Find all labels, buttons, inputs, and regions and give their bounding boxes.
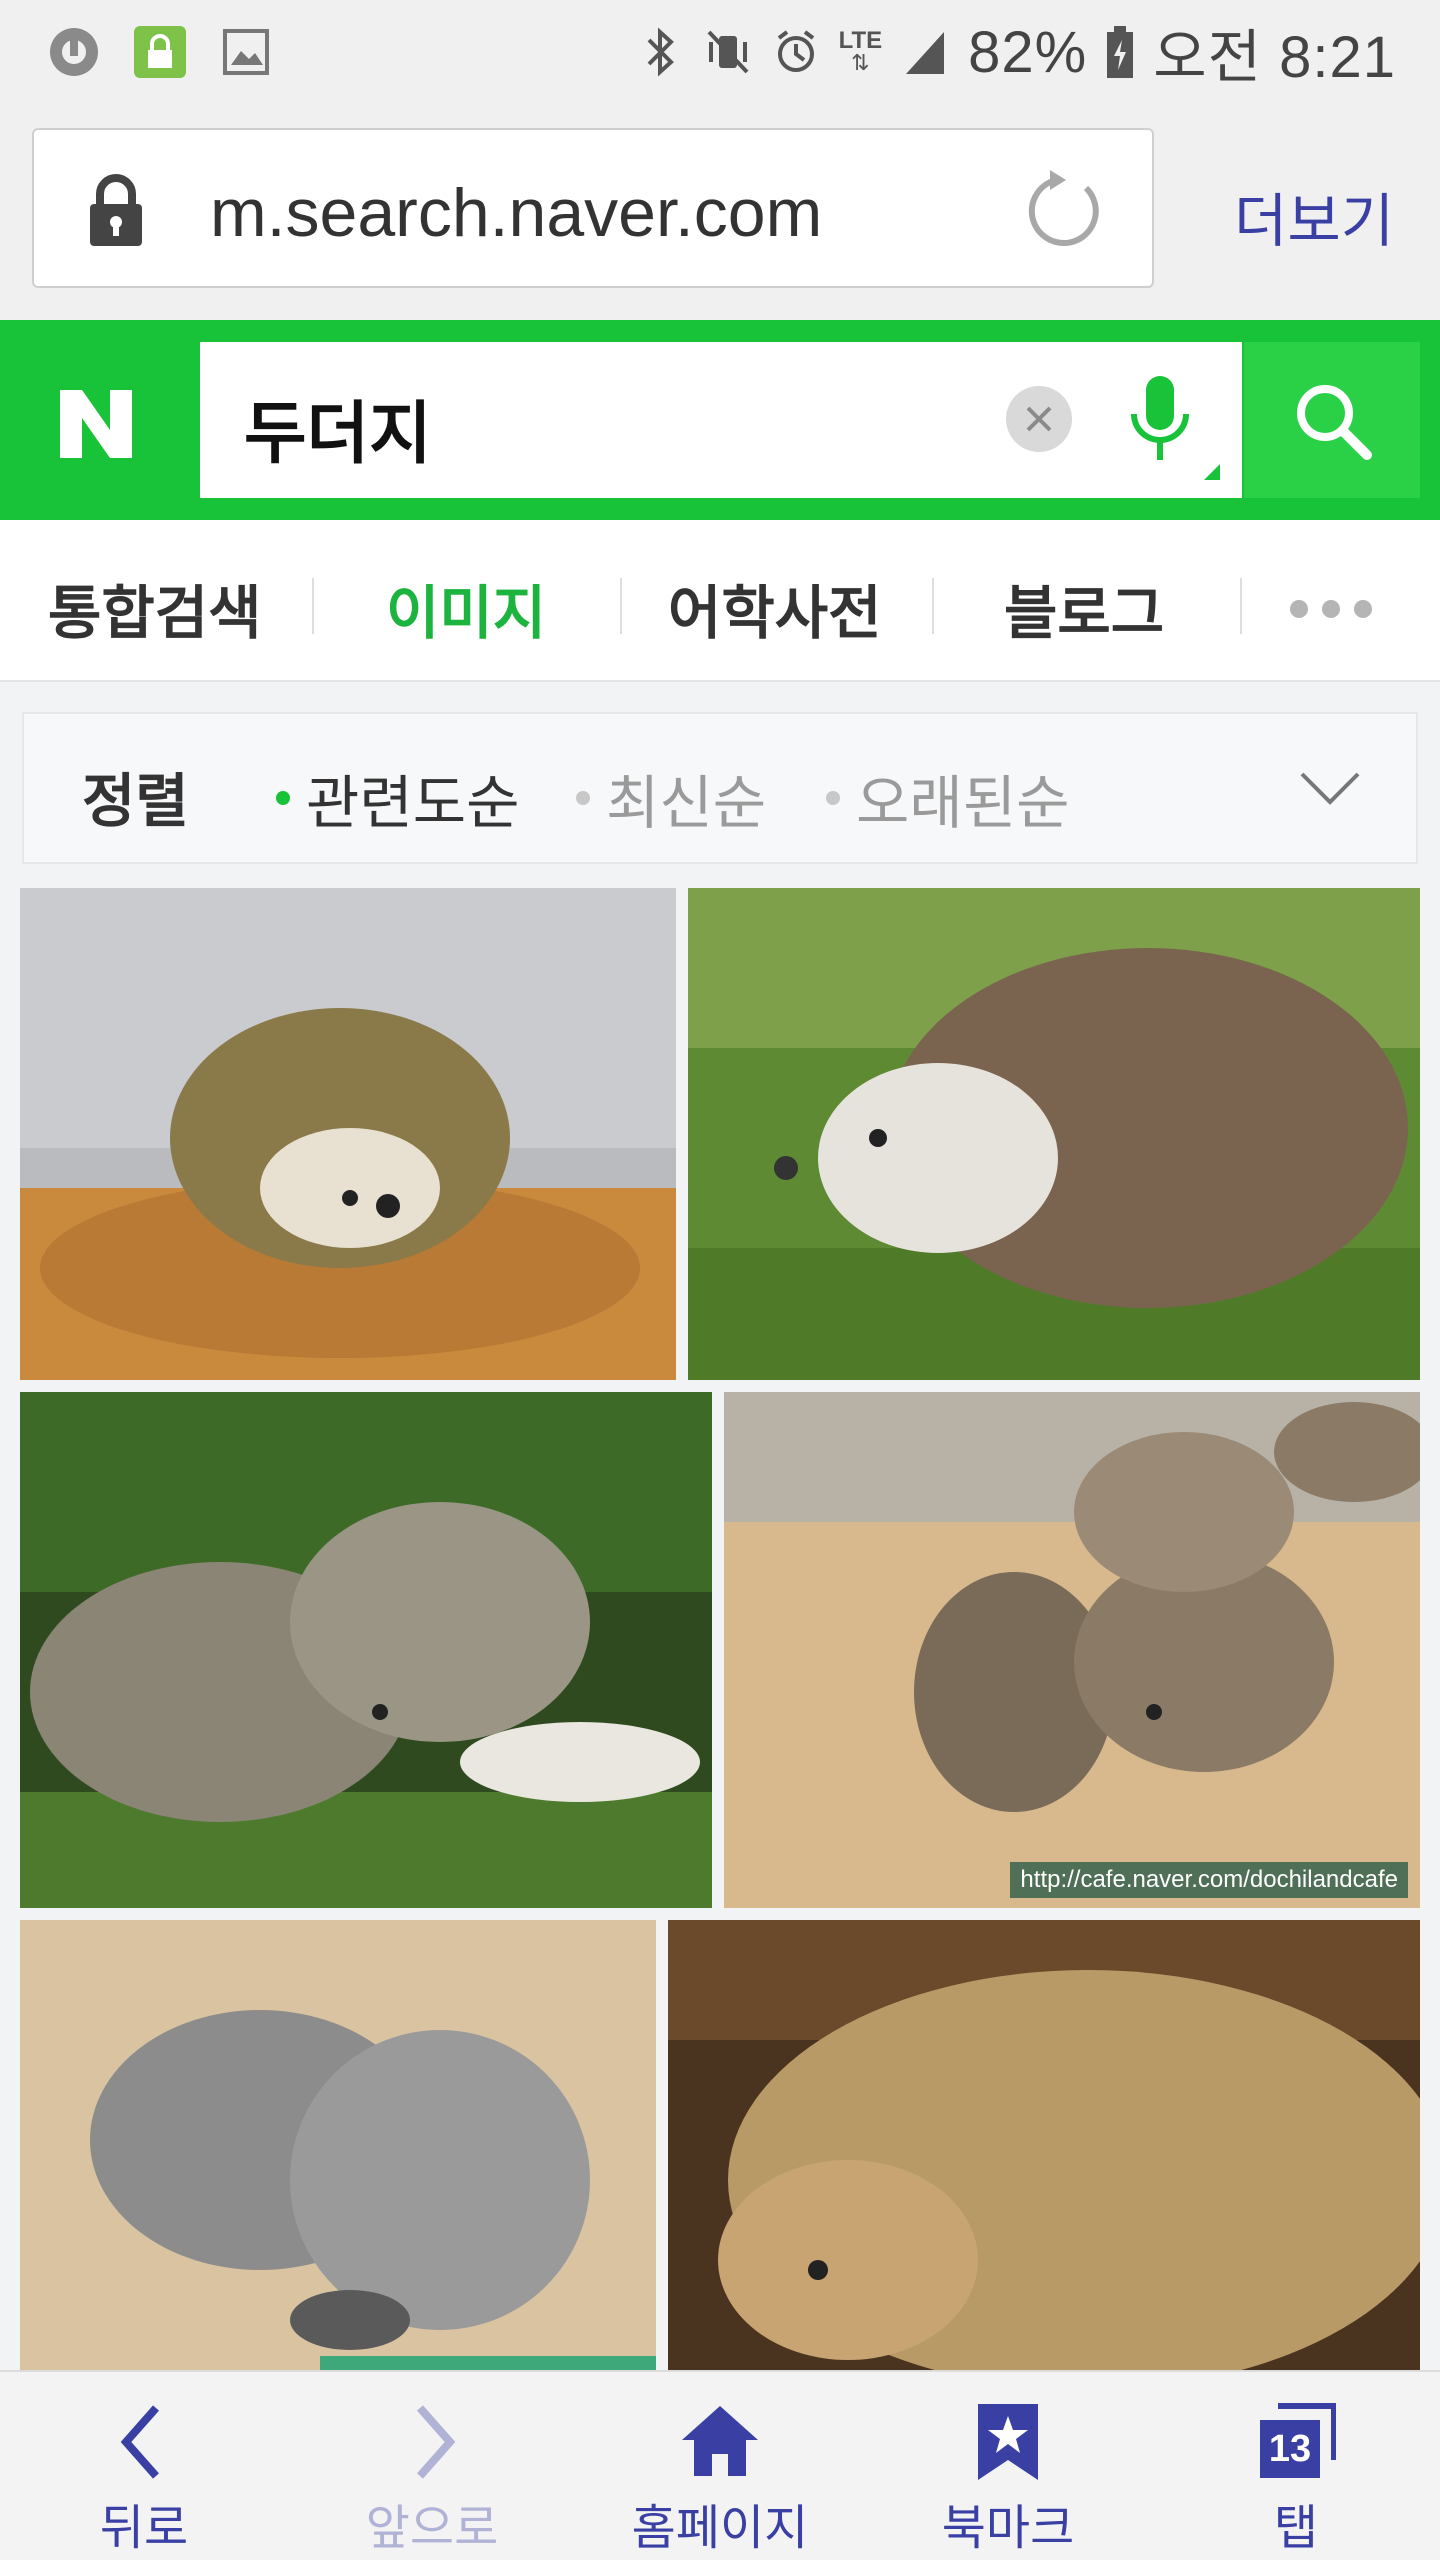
vibrate-mute-icon: [707, 30, 749, 74]
bottom-nav: 뒤로 앞으로 홈페이지 북마크 13 탭: [0, 2370, 1440, 2560]
lte-indicator: LTE ⇅: [838, 27, 883, 76]
bluetooth-icon: [647, 27, 674, 77]
forward-label: 앞으로: [365, 2500, 499, 2556]
tab-integrated-search[interactable]: 통합검색: [48, 566, 261, 650]
reload-icon[interactable]: [1020, 166, 1108, 254]
image-result[interactable]: [20, 1920, 656, 2370]
dot-icon: [826, 791, 840, 805]
alarm-icon: [777, 30, 814, 72]
browser-toolbar: m.search.naver.com 더보기: [0, 104, 1440, 320]
more-tabs-icon[interactable]: [1290, 600, 1372, 618]
bookmark-button[interactable]: 북마크: [864, 2372, 1152, 2560]
url-text: m.search.naver.com: [210, 175, 823, 251]
status-bar: LTE ⇅ 82% 오전 8:21: [0, 0, 1440, 104]
clock: 오전 8:21: [1153, 25, 1396, 90]
home-icon: [682, 2406, 758, 2476]
sort-option-label: 오래된순: [856, 769, 1070, 837]
back-label: 뒤로: [99, 2500, 189, 2556]
tab-dictionary[interactable]: 어학사전: [668, 566, 881, 650]
hedgehog-photo: [20, 888, 676, 1380]
hedgehog-photo: [688, 888, 1420, 1380]
clear-search-button[interactable]: [1006, 386, 1072, 452]
tab-count: 13: [1268, 2428, 1312, 2470]
sort-oldest[interactable]: 오래된순: [826, 756, 1069, 840]
hedgehog-photo: [20, 1920, 656, 2370]
selected-dot-icon: [276, 791, 290, 805]
image-result[interactable]: [20, 1392, 712, 1908]
home-button[interactable]: 홈페이지: [576, 2372, 864, 2560]
u-plus-icon: [44, 22, 104, 82]
image-result[interactable]: http://cafe.naver.com/dochilandcafe: [724, 1392, 1420, 1908]
mic-corner-mark: [1204, 464, 1220, 480]
tab-images[interactable]: 이미지: [386, 566, 546, 650]
home-label: 홈페이지: [631, 2500, 809, 2556]
bookmark-label: 북마크: [941, 2500, 1075, 2556]
tabs-label: 탭: [1273, 2500, 1319, 2556]
image-source-caption: http://cafe.naver.com/dochilandcafe: [1010, 1862, 1408, 1898]
gallery-icon: [216, 22, 276, 82]
signal-icon: [906, 32, 945, 74]
battery-percent: 82%: [968, 19, 1088, 85]
secure-lock-icon: [130, 22, 190, 82]
tab-divider: [932, 578, 934, 634]
tab-divider: [620, 578, 622, 634]
address-bar[interactable]: m.search.naver.com: [32, 128, 1154, 288]
sort-option-label: 최신순: [606, 769, 767, 837]
tabs-icon: 13: [1256, 2402, 1336, 2482]
search-input-box[interactable]: 두더지: [200, 342, 1242, 498]
dot-icon: [576, 791, 590, 805]
hedgehog-photo: [724, 1392, 1420, 1908]
sort-relevance[interactable]: 관련도순: [276, 756, 519, 840]
sort-bar: 정렬 관련도순 최신순 오래된순: [22, 712, 1418, 864]
sort-label: 정렬: [82, 767, 189, 835]
chevron-down-icon[interactable]: [1298, 766, 1362, 810]
close-icon: [1026, 406, 1052, 432]
back-button[interactable]: 뒤로: [0, 2372, 288, 2560]
more-button[interactable]: 더보기: [1234, 174, 1394, 258]
sort-latest[interactable]: 최신순: [576, 756, 766, 840]
search-input[interactable]: 두더지: [244, 378, 432, 477]
forward-button[interactable]: 앞으로: [288, 2372, 576, 2560]
search-tabs: 통합검색 이미지 어학사전 블로그: [0, 520, 1440, 682]
forward-arrow-icon: [417, 2405, 456, 2479]
tab-divider: [312, 578, 314, 634]
search-icon: [1297, 385, 1372, 460]
naver-search-header: 두더지: [0, 320, 1440, 520]
image-result[interactable]: [688, 888, 1420, 1380]
search-button[interactable]: [1244, 342, 1420, 498]
lock-icon: [90, 174, 142, 246]
tab-blog[interactable]: 블로그: [1004, 566, 1164, 650]
image-result[interactable]: [20, 888, 676, 1380]
tab-divider: [1240, 578, 1242, 634]
naver-logo[interactable]: [54, 382, 138, 466]
microphone-icon[interactable]: [1120, 372, 1200, 472]
battery-icon: [1107, 26, 1134, 78]
image-result[interactable]: [668, 1920, 1420, 2370]
hedgehog-photo: [668, 1920, 1420, 2370]
sort-option-label: 관련도순: [306, 769, 520, 837]
hedgehog-photo: [20, 1392, 712, 1908]
back-arrow-icon: [120, 2405, 159, 2479]
bookmark-icon: [978, 2404, 1038, 2480]
tabs-button[interactable]: 13 탭: [1152, 2372, 1440, 2560]
